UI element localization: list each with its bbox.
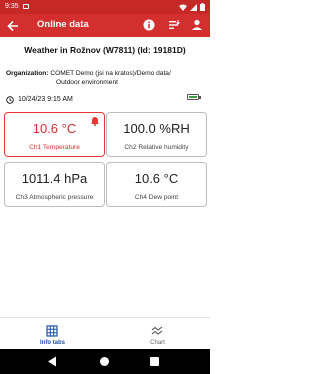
status-bar: 9:35	[0, 0, 210, 14]
station-title: Weather in Rožnov (W7811) (Id: 19181D)	[24, 45, 186, 55]
tile-name: Ch1 Temperature	[29, 144, 80, 151]
timestamp-text: 10/24/23 9:15 AM	[18, 96, 73, 103]
measurement-time: 10/24/23 9:15 AM	[6, 95, 73, 104]
battery-tip	[199, 96, 201, 99]
system-home-icon[interactable]	[100, 357, 109, 366]
channel-tile-ch3[interactable]: 1011.4 hPa Ch3 Atmospheric pressure	[4, 162, 105, 207]
organization-label: Organization:	[6, 70, 49, 77]
account-icon[interactable]	[190, 18, 204, 32]
tile-name: Ch2 Relative humidity	[124, 144, 189, 151]
chart-icon	[151, 326, 163, 335]
organization-path-line1: COMET Demo (jsi na kratos)/Demo data/	[50, 70, 171, 77]
tile-name: Ch4 Dew point	[134, 194, 179, 201]
tile-value: 10.6 °C	[134, 171, 179, 186]
info-icon[interactable]	[142, 18, 156, 32]
system-back-icon[interactable]	[47, 356, 57, 367]
bottom-navigation: Info tabs Chart	[0, 317, 210, 349]
status-indicators	[179, 3, 205, 11]
system-recents-icon[interactable]	[150, 357, 159, 366]
tile-value: 100.0 %RH	[123, 121, 190, 136]
grid-icon	[46, 325, 58, 337]
channel-tile-ch2[interactable]: 100.0 %RH Ch2 Relative humidity	[106, 112, 207, 157]
sort-menu-icon[interactable]	[167, 18, 181, 32]
organization-path-line2: Outdoor environment	[56, 78, 118, 86]
tile-value: 1011.4 hPa	[21, 171, 88, 186]
clock-icon	[6, 95, 14, 104]
alarm-bell-icon	[91, 117, 99, 126]
app-title: Online data	[37, 19, 89, 30]
nav-label: Info tabs	[40, 340, 65, 346]
nav-tab-info-tabs[interactable]: Info tabs	[0, 318, 105, 350]
battery-level-fill	[189, 96, 197, 98]
device-battery-icon	[187, 94, 201, 100]
system-navigation-bar	[0, 349, 210, 374]
back-arrow-icon[interactable]	[6, 19, 20, 33]
tile-name: Ch3 Atmospheric pressure	[15, 194, 94, 201]
channel-tile-ch4[interactable]: 10.6 °C Ch4 Dew point	[106, 162, 207, 207]
screen: 9:35 Online data Weather in Rožnov (W781…	[0, 0, 210, 374]
app-bar: Online data	[0, 14, 210, 37]
status-time: 9:35	[5, 3, 19, 10]
battery-status-icon	[200, 3, 205, 11]
notification-mail-icon	[23, 4, 29, 9]
nav-tab-chart[interactable]: Chart	[105, 318, 210, 350]
nav-label: Chart	[150, 340, 165, 346]
organization-info: Organization: COMET Demo (jsi na kratos)…	[6, 70, 204, 87]
signal-icon	[190, 3, 197, 11]
wifi-icon	[179, 4, 187, 11]
channel-tile-ch1[interactable]: 10.6 °C Ch1 Temperature	[4, 112, 105, 157]
